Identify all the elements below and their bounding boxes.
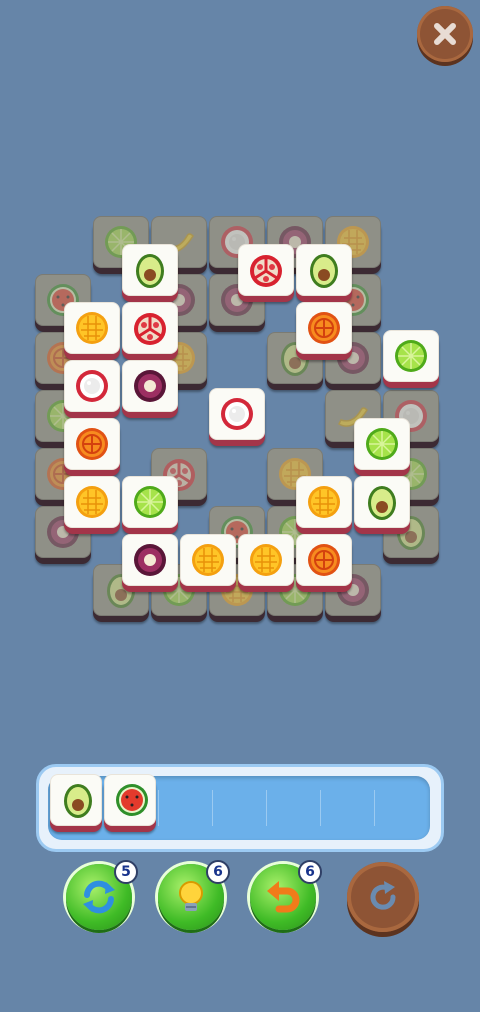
mango-icon [76, 486, 108, 518]
restart-icon [370, 881, 396, 910]
mango-icon [76, 312, 108, 344]
orange-icon [76, 428, 108, 460]
fruit-tile-avocado[interactable] [296, 244, 352, 302]
hint-count-badge: 6 [206, 860, 230, 884]
lychee-icon [221, 398, 253, 430]
avocado-icon [310, 254, 338, 288]
orange-icon [308, 312, 340, 344]
undo-icon [267, 881, 300, 913]
pomegranate-icon [250, 255, 282, 287]
avocado-icon [368, 486, 396, 520]
fruit-tile-mangosteen[interactable] [122, 534, 178, 592]
avocado-icon [136, 254, 164, 288]
fruit-tile-avocado[interactable] [354, 476, 410, 534]
lychee-icon [76, 370, 108, 402]
fruit-tile-orange[interactable] [296, 302, 352, 360]
lime-icon [366, 428, 398, 460]
mango-icon [250, 544, 282, 576]
undo-count-badge: 6 [298, 860, 322, 884]
close-button[interactable] [417, 6, 473, 62]
tray-slot-divider [212, 790, 213, 826]
fruit-tile-lychee[interactable] [209, 388, 265, 446]
shuffle-icon [83, 880, 115, 914]
lime-icon [395, 340, 427, 372]
fruit-tile-mango[interactable] [64, 476, 120, 534]
shuffle-button[interactable]: 5 [66, 860, 138, 930]
shuffle-count-badge: 5 [114, 860, 138, 884]
fruit-tile-avocado[interactable] [122, 244, 178, 302]
mangosteen-icon [134, 370, 166, 402]
restart-button[interactable] [347, 862, 419, 932]
tile-tray [36, 764, 444, 852]
pomegranate-icon [134, 313, 166, 345]
fruit-tile-orange[interactable] [64, 418, 120, 476]
fruit-tile-orange[interactable] [296, 534, 352, 592]
lightbulb-icon [179, 881, 203, 911]
fruit-tile-lime[interactable] [383, 330, 439, 388]
fruit-tile-mango[interactable] [296, 476, 352, 534]
watermelon-icon [116, 784, 148, 816]
mangosteen-icon [134, 544, 166, 576]
fruit-tile-pomegranate[interactable] [238, 244, 294, 302]
fruit-tile-mango[interactable] [238, 534, 294, 592]
tray-slot-divider [266, 790, 267, 826]
fruit-tile-mango[interactable] [180, 534, 236, 592]
fruit-tile-pomegranate[interactable] [122, 302, 178, 360]
fruit-tile-lychee[interactable] [64, 360, 120, 418]
fruit-tile-lime[interactable] [354, 418, 410, 476]
mango-icon [308, 486, 340, 518]
avocado-icon [64, 784, 92, 818]
undo-button[interactable]: 6 [250, 860, 322, 930]
tray-slot-divider [320, 790, 321, 826]
tray-slot-divider [374, 790, 375, 826]
orange-icon [308, 544, 340, 576]
fruit-tile-mangosteen[interactable] [122, 360, 178, 418]
tray-tile-avocado [50, 774, 106, 832]
close-icon [434, 23, 456, 45]
lime-icon [134, 486, 166, 518]
fruit-tile-lime[interactable] [122, 476, 178, 534]
hint-button[interactable]: 6 [158, 860, 230, 930]
fruit-tile-mango[interactable] [64, 302, 120, 360]
game-board [0, 0, 480, 640]
mango-icon [192, 544, 224, 576]
tray-tile-watermelon [104, 774, 160, 832]
